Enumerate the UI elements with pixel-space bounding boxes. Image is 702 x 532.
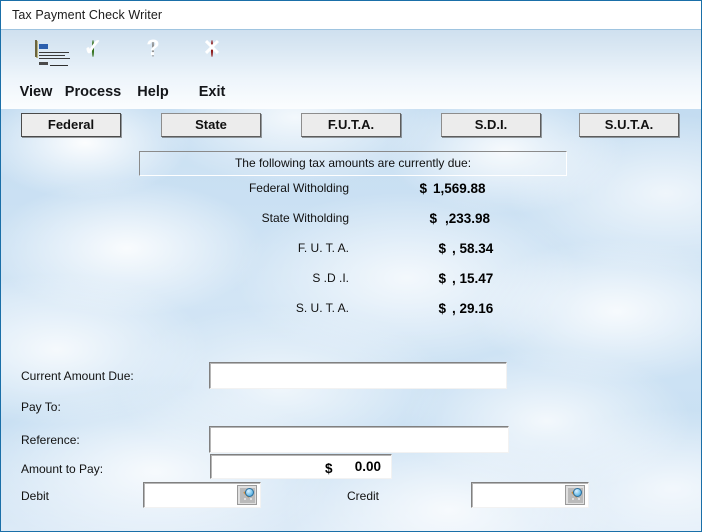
credit-label: Credit	[347, 489, 380, 503]
tax-label-futa: F. U. T. A.	[297, 241, 349, 255]
client-area: Federal State F.U.T.A. S.D.I. S.U.T.A. T…	[1, 109, 701, 531]
credit-magnifier-lookup-icon[interactable]	[565, 485, 585, 505]
tax-row: Federal Witholding $ 1,569.88	[1, 181, 701, 211]
tax-label-federal-witholding: Federal Witholding	[248, 181, 349, 195]
tax-amount-futa: , 58.34	[452, 241, 494, 256]
help-button[interactable]: ? Help	[122, 36, 184, 104]
currency-symbol: $	[429, 211, 437, 226]
pay-to-label: Pay To:	[21, 400, 61, 414]
tab-suta[interactable]: S.U.T.A.	[579, 113, 679, 137]
tab-federal[interactable]: Federal	[21, 113, 121, 137]
exit-button-label: Exit	[198, 83, 226, 100]
check-document-icon	[17, 39, 70, 79]
tax-label-suta: S. U. T. A.	[295, 301, 349, 315]
help-button-label: Help	[137, 83, 169, 100]
tax-amount-federal-witholding: 1,569.88	[433, 181, 486, 196]
view-button-label: View	[19, 83, 53, 100]
tax-amount-suta: , 29.16	[452, 301, 494, 316]
view-button[interactable]: View	[5, 36, 70, 104]
currency-symbol: $	[419, 181, 427, 196]
currency-symbol: $	[438, 241, 446, 256]
tax-amount-state-witholding: ,233.98	[445, 211, 491, 226]
green-check-circle-icon: ✓	[83, 33, 103, 60]
tax-row: S .D .I. $ , 15.47	[1, 271, 701, 301]
tax-amount-sdi: , 15.47	[452, 271, 494, 286]
reference-label: Reference:	[21, 433, 80, 447]
tax-due-list: Federal Witholding $ 1,569.88 State With…	[1, 181, 701, 331]
red-x-circle-icon: ✕	[202, 34, 222, 60]
due-notice-banner: The following tax amounts are currently …	[139, 151, 567, 176]
window-title: Tax Payment Check Writer	[12, 8, 163, 22]
tax-row: State Witholding $ ,233.98	[1, 211, 701, 241]
title-bar: Tax Payment Check Writer	[1, 1, 701, 30]
amount-to-pay-label: Amount to Pay:	[21, 462, 104, 476]
currency-symbol: $	[438, 271, 446, 286]
toolbar: View ✓ Process ? Help ✕ Exit	[1, 30, 701, 110]
process-button[interactable]: ✓ Process	[62, 33, 124, 104]
amount-to-pay-input[interactable]	[210, 454, 392, 479]
current-amount-due-input[interactable]	[209, 362, 507, 389]
exit-button[interactable]: ✕ Exit	[181, 36, 243, 104]
blue-question-circle-icon: ?	[146, 34, 160, 60]
tax-label-state-witholding: State Witholding	[261, 211, 349, 225]
process-button-label: Process	[64, 83, 122, 100]
tax-row: S. U. T. A. $ , 29.16	[1, 301, 701, 331]
tax-row: F. U. T. A. $ , 58.34	[1, 241, 701, 271]
debit-magnifier-lookup-icon[interactable]	[237, 485, 257, 505]
tax-label-sdi: S .D .I.	[312, 271, 349, 285]
tab-state[interactable]: State	[161, 113, 261, 137]
tab-sdi[interactable]: S.D.I.	[441, 113, 541, 137]
tax-payment-check-writer-window: Tax Payment Check Writer View ✓ Process	[0, 0, 702, 532]
debit-label: Debit	[21, 489, 50, 503]
reference-input[interactable]	[209, 426, 509, 453]
tab-futa[interactable]: F.U.T.A.	[301, 113, 401, 137]
currency-symbol: $	[438, 301, 446, 316]
current-amount-due-label: Current Amount Due:	[21, 369, 134, 383]
